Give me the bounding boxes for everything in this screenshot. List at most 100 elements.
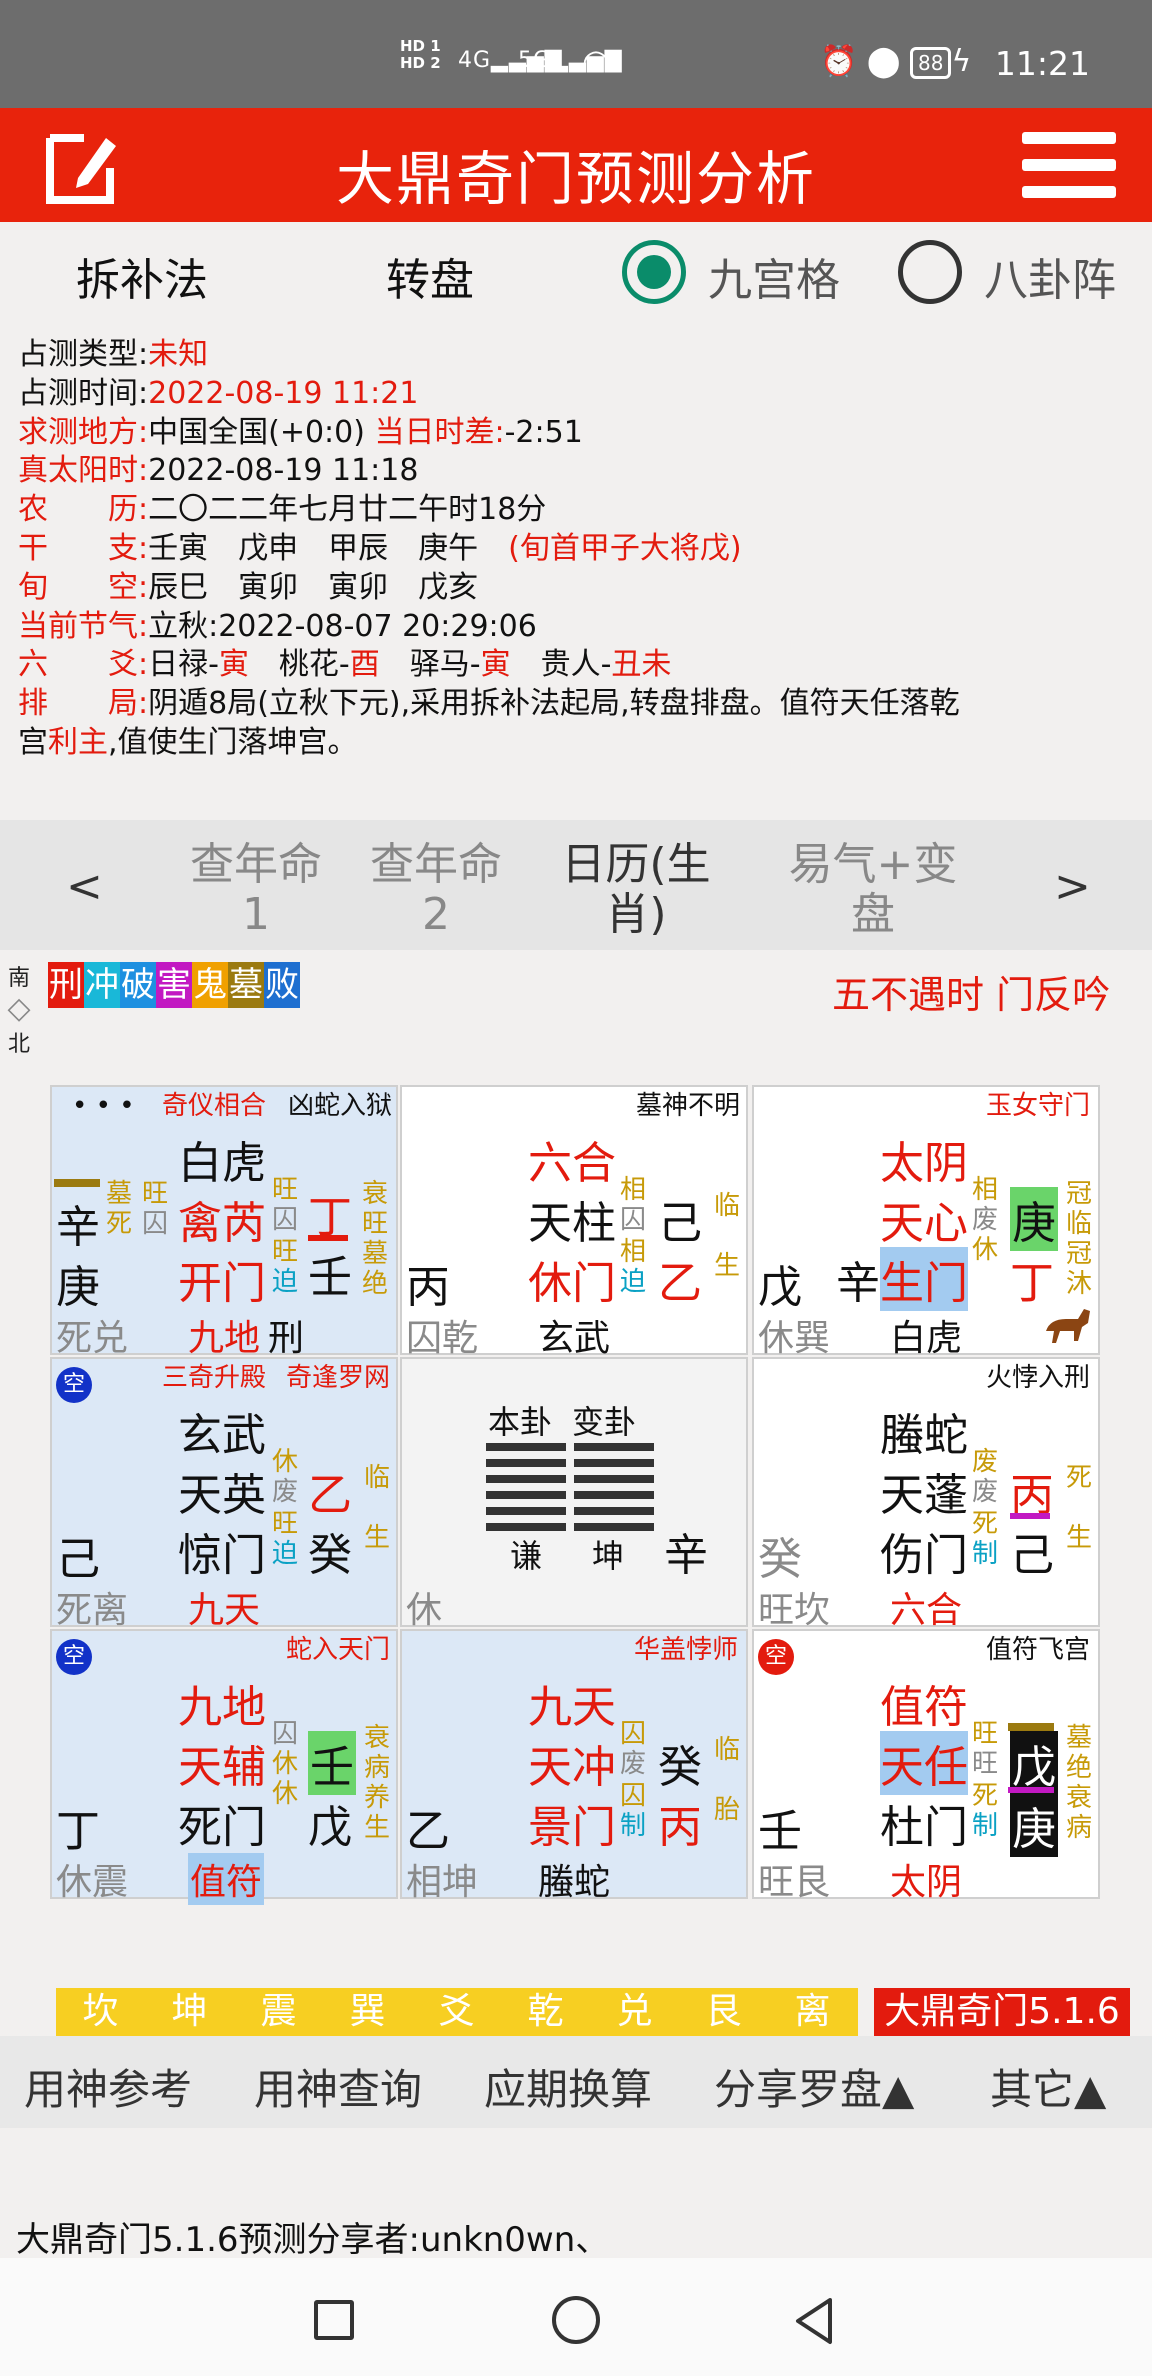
god-label: 白虎 — [178, 1138, 266, 1189]
next-arrow[interactable]: > — [1054, 862, 1091, 912]
tian-pan-stem: 庚 — [1010, 1187, 1058, 1251]
di-pan-stem: 癸 — [758, 1534, 802, 1585]
palace-kan[interactable]: 火悖入刑 螣蛇 天蓬 伤门 六合 癸 旺坎 废废 死制 丙 己 死 生 — [752, 1357, 1100, 1631]
god-label: 太阴 — [880, 1138, 968, 1189]
menu-yongshen-ref[interactable]: 用神参考 — [24, 2056, 192, 2117]
menu-yongshen-query[interactable]: 用神查询 — [254, 2056, 422, 2117]
palace-name: 休巽 — [758, 1318, 831, 1359]
tab-calendar[interactable]: 日历(生 肖) — [556, 840, 716, 940]
palace-tag: 奇仪相合 — [162, 1091, 267, 1121]
back-icon[interactable] — [792, 2296, 836, 2346]
trigram-kan[interactable]: 坎 — [56, 1988, 145, 2036]
app-header: 大鼎奇门预测分析 — [0, 108, 1152, 222]
radio-jiugongge[interactable] — [622, 240, 686, 304]
status-icons: ⏰ ⬤ 88 ϟ — [820, 44, 971, 79]
center-stem: 辛 — [664, 1530, 708, 1581]
warning-notice: 五不遇时 门反吟 — [832, 973, 1111, 1017]
version-badge: 大鼎奇门5.1.6 — [874, 1988, 1130, 2036]
di-pan-stem: 壬 — [758, 1806, 802, 1857]
radio-baguazhen-label[interactable]: 八卦阵 — [984, 244, 1116, 308]
trigram-yao[interactable]: 爻 — [412, 1988, 501, 2036]
palace-dui[interactable]: • • • 奇仪相合 凶蛇入狱 白虎 禽芮 开门 九地 刑 辛 庚 死兑 墓死 … — [50, 1085, 398, 1359]
star-label: 天柱 — [528, 1198, 616, 1249]
tab-nianming-1[interactable]: 查年命 1 — [176, 840, 336, 940]
legend-po: 破 — [120, 962, 156, 1008]
battery-icon: 88 — [910, 46, 952, 79]
trigram-kun[interactable]: 坤 — [145, 1988, 234, 2036]
palace-tag: 奇逢罗网 — [286, 1363, 391, 1393]
horse-icon — [1046, 1309, 1090, 1343]
radio-baguazhen[interactable] — [898, 240, 962, 304]
sim-indicator: HD 1 HD 2 — [400, 37, 441, 72]
door-label: 死门 — [178, 1802, 266, 1853]
alarm-icon: ⏰ — [820, 44, 858, 79]
clock: 11:21 — [994, 44, 1090, 83]
door-label: 生门 — [880, 1247, 968, 1311]
star-label: 天任 — [880, 1731, 968, 1795]
palace-center[interactable]: 本卦 变卦 谦 坤 辛 休 — [400, 1357, 748, 1631]
palace-name: 相坤 — [406, 1862, 479, 1903]
menu-icon[interactable] — [1022, 132, 1116, 198]
god-label: 值符 — [880, 1682, 968, 1733]
menu-other[interactable]: 其它▲ — [990, 2056, 1106, 2117]
di-pan-stem: 戊 — [758, 1262, 802, 1313]
tian-pan-stem: 乙 — [308, 1470, 352, 1521]
trigram-li[interactable]: 离 — [768, 1988, 857, 2036]
menu-yingqi[interactable]: 应期换算 — [484, 2056, 652, 2117]
trigram-gen[interactable]: 艮 — [679, 1988, 768, 2036]
bian-gua-hexagram — [574, 1443, 654, 1533]
di-pan-stem: 庚 — [1010, 1793, 1058, 1857]
share-text: 大鼎奇门5.1.6预测分享者:unkn0wn、 — [16, 2220, 610, 2260]
di-pan-stem: 辛 — [836, 1258, 880, 1309]
system-nav-bar — [0, 2258, 1152, 2376]
palace-name: 休震 — [56, 1862, 129, 1903]
tab-nianming-2[interactable]: 查年命 2 — [356, 840, 516, 940]
trigram-xun[interactable]: 巽 — [323, 1988, 412, 2036]
deity-label: 白虎 — [890, 1318, 963, 1359]
di-pan-stem: 丙 — [658, 1802, 702, 1853]
compass-indicator: 南 ◇ 北 — [7, 966, 31, 1057]
trigram-dui[interactable]: 兑 — [590, 1988, 679, 2036]
di-pan-stem: 丁 — [56, 1806, 100, 1857]
prev-arrow[interactable]: < — [66, 862, 103, 912]
door-label: 惊门 — [178, 1530, 266, 1581]
deity-label: 九地 — [188, 1318, 261, 1359]
recents-icon[interactable] — [314, 2300, 354, 2340]
options-row: 拆补法 转盘 九宫格 八卦阵 — [0, 222, 1152, 322]
god-label: 九天 — [528, 1682, 616, 1733]
god-label: 九地 — [178, 1682, 266, 1733]
legend-hai: 害 — [156, 962, 192, 1008]
door-label: 景门 — [528, 1802, 616, 1853]
palace-name: 囚乾 — [406, 1318, 479, 1359]
star-label: 天辅 — [178, 1742, 266, 1793]
deity-label: 太阴 — [890, 1862, 963, 1903]
palace-name: 死兑 — [56, 1318, 129, 1359]
palace-tag: 华盖悖师 — [634, 1635, 739, 1665]
menu-share[interactable]: 分享罗盘▲ — [714, 2056, 914, 2117]
ben-gua-label: 本卦 — [488, 1403, 553, 1441]
palace-zhen[interactable]: 空 蛇入天门 九地 天辅 死门 值符 丁 休震 囚休休 壬 戊 衰病养生 — [50, 1629, 398, 1905]
ben-gua-name: 谦 — [510, 1537, 543, 1575]
home-icon[interactable] — [552, 2296, 600, 2344]
palace-kun[interactable]: 华盖悖师 九天 天冲 景门 螣蛇 乙 相坤 囚废 囚制 癸 丙 临 胎 — [400, 1629, 748, 1903]
palace-tag: 火悖入刑 — [986, 1363, 1091, 1393]
app-title: 大鼎奇门预测分析 — [335, 145, 816, 213]
kong-badge: 空 — [56, 1367, 92, 1403]
tab-yiqi[interactable]: 易气+变盘 — [778, 840, 968, 940]
palace-qian[interactable]: 墓神不明 六合 天柱 休门 玄武 丙 囚乾 相囚 相迫 己 乙 临 生 — [400, 1085, 748, 1359]
method-button[interactable]: 拆补法 — [76, 244, 208, 308]
radio-jiugongge-label[interactable]: 九宫格 — [708, 244, 840, 308]
plate-button[interactable]: 转盘 — [386, 244, 474, 308]
star-label: 天蓬 — [880, 1470, 968, 1521]
deity-label: 六合 — [890, 1590, 963, 1631]
trigram-zhen[interactable]: 震 — [234, 1988, 323, 2036]
palace-tag: 蛇入天门 — [286, 1635, 391, 1665]
palace-xun[interactable]: 玉女守门 太阴 天心 辛 生门 白虎 戊 休巽 相废休 庚 丁 冠临冠沐 — [752, 1085, 1100, 1359]
palace-gen[interactable]: 空 值符飞宫 值符 天任 杜门 太阴 壬 旺艮 旺旺 死制 戊 庚 墓绝衰病 — [752, 1629, 1100, 1903]
palace-li[interactable]: 空 三奇升殿 奇逢罗网 玄武 天英 惊门 九天 己 死离 休废 旺迫 乙 癸 临… — [50, 1357, 398, 1631]
god-label: 六合 — [528, 1138, 616, 1189]
door-label: 休门 — [528, 1258, 616, 1309]
palace-tag: 三奇升殿 — [162, 1363, 267, 1393]
god-label: 螣蛇 — [880, 1410, 968, 1461]
trigram-qian[interactable]: 乾 — [501, 1988, 590, 2036]
